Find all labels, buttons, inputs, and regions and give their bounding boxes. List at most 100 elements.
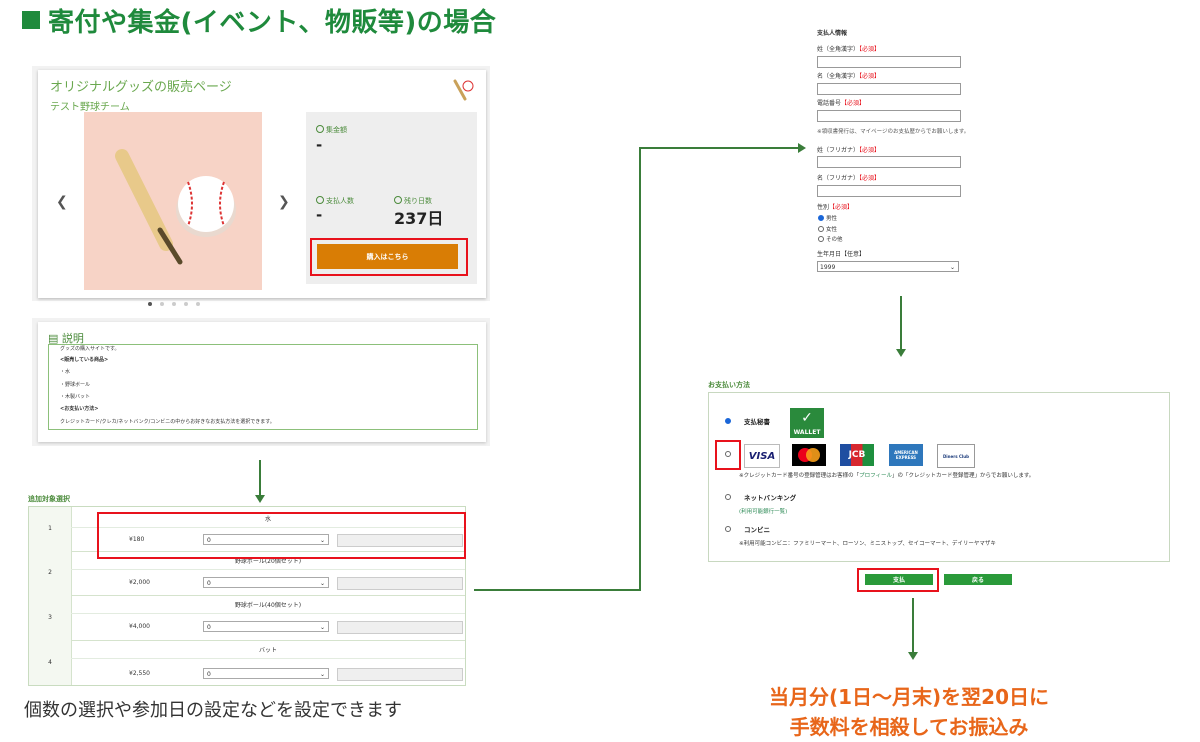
description-line: ・水: [60, 369, 71, 375]
circle-icon: [316, 125, 324, 133]
circle-icon: [316, 196, 324, 204]
last-name-kana-input[interactable]: [817, 156, 961, 168]
team-name: テスト野球チーム: [50, 102, 130, 113]
flow-line: [900, 296, 902, 350]
gender-label: 性別【必須】: [817, 204, 854, 211]
netbank-option-label: ネットバンキング: [744, 494, 797, 502]
amex-logo-icon: AMERICAN EXPRESS: [889, 444, 923, 466]
description-line: ・木製バット: [60, 394, 91, 400]
description-line: ・野球ボール: [60, 382, 91, 388]
first-name-kanji-input[interactable]: [817, 83, 961, 95]
row-number: 2: [29, 551, 72, 595]
gender-option-other[interactable]: その他: [818, 235, 843, 243]
flow-line: [259, 460, 261, 496]
product-title: オリジナルグッズの販売ページ: [50, 80, 232, 95]
slide-dots[interactable]: [148, 291, 208, 306]
table-row: 4 バット ¥2,550 0 ⌄: [29, 640, 465, 685]
diners-logo-icon: Diners Club: [937, 444, 975, 468]
radio-selected-icon: [818, 215, 824, 221]
item-price: ¥2,000: [129, 579, 150, 586]
mastercard-logo-icon: [792, 444, 826, 466]
caption-right: 当月分(1日〜月末)を翌20日に 手数料を相殺してお振込み: [768, 685, 1050, 739]
quantity-select[interactable]: 0 ⌄: [203, 668, 329, 679]
chevron-down-icon: ⌄: [319, 580, 325, 587]
highlight-pay-button: [857, 568, 939, 592]
card-note: ※クレジットカード番号の登録管理はお客様の「プロフィール」の「クレジットカード登…: [739, 473, 1035, 479]
subtotal-field: [337, 577, 463, 590]
wallet-logo-icon: ✓ WALLET: [790, 408, 824, 438]
prev-slide-icon[interactable]: ❮: [56, 194, 68, 210]
square-bullet-icon: [22, 11, 40, 29]
caption-left: 個数の選択や参加日の設定などを設定できます: [24, 700, 402, 721]
collected-label: 集金額: [316, 125, 347, 135]
chevron-down-icon: ⌄: [319, 624, 325, 631]
quantity-select[interactable]: 0 ⌄: [203, 577, 329, 588]
highlight-first-row: [97, 512, 466, 559]
conbini-option-label: コンビニ: [744, 526, 770, 534]
row-number: 1: [29, 507, 72, 551]
chevron-down-icon: ⌄: [949, 264, 955, 271]
bat-and-ball-illustration: [115, 149, 236, 265]
flow-line: [474, 589, 640, 591]
next-slide-icon[interactable]: ❯: [278, 194, 290, 210]
highlight-buy-button: [310, 238, 468, 276]
back-button[interactable]: 戻る: [944, 574, 1012, 585]
wallet-option-label: 支払秘書: [744, 418, 770, 426]
field-label: 姓（フリガナ）【必須】: [817, 147, 881, 154]
product-image: [84, 112, 262, 290]
arrow-right-icon: [798, 143, 806, 153]
subtotal-field: [337, 668, 463, 681]
arrow-down-icon: [896, 349, 906, 357]
payer-form-title: 支払人情報: [817, 30, 848, 37]
birth-label: 生年月日【任意】: [817, 251, 866, 258]
radio-icon: [818, 226, 824, 232]
selection-title: 追加対象選択: [28, 495, 70, 503]
field-label: 名（全角漢字）【必須】: [817, 73, 881, 80]
radio-selected-icon[interactable]: [725, 418, 731, 424]
profile-link[interactable]: プロフィール: [859, 473, 892, 479]
visa-logo-icon: VISA: [744, 444, 780, 468]
item-name: 野球ボール(40個セット): [71, 599, 465, 614]
flow-line: [639, 148, 641, 591]
page-heading: 寄付や集金(イベント、物販等)の場合: [22, 2, 496, 39]
first-name-kana-input[interactable]: [817, 185, 961, 197]
item-price: ¥4,000: [129, 623, 150, 630]
chevron-down-icon: ⌄: [319, 671, 325, 678]
description-line: グッズの購入サイトです。: [60, 346, 120, 352]
payment-title: お支払い方法: [708, 381, 750, 389]
payers-label: 支払人数: [316, 196, 354, 206]
flow-line: [639, 147, 799, 149]
phone-input[interactable]: [817, 110, 961, 122]
flow-line: [912, 598, 914, 652]
payers-value: -: [316, 206, 323, 224]
collected-value: -: [316, 136, 323, 154]
item-name: バット: [71, 644, 465, 659]
description-line: <販売している商品>: [60, 357, 109, 363]
radio-icon: [818, 236, 824, 242]
bat-ball-logo-icon: [453, 79, 474, 101]
description-line: クレジットカード/クレカ/ネットバンク/コンビニの中からお好きなお支払方法を選択…: [60, 419, 275, 425]
last-name-kanji-input[interactable]: [817, 56, 961, 68]
field-label: 姓（全角漢字）【必須】: [817, 46, 881, 53]
radio-icon[interactable]: [725, 526, 731, 532]
table-row: 3 野球ボール(40個セット) ¥4,000 0 ⌄: [29, 595, 465, 641]
field-label: 名（フリガナ）【必須】: [817, 175, 881, 182]
row-number: 3: [29, 595, 72, 640]
jcb-logo-icon: JCB: [840, 444, 874, 466]
birth-year-select[interactable]: 1999 ⌄: [817, 261, 959, 272]
gender-option-male[interactable]: 男性: [818, 214, 837, 222]
radio-icon[interactable]: [725, 494, 731, 500]
item-price: ¥2,550: [129, 670, 150, 677]
arrow-down-icon: [908, 652, 918, 660]
bank-list-link[interactable]: (利用可能銀行一覧): [739, 507, 787, 515]
circle-icon: [394, 196, 402, 204]
gender-option-female[interactable]: 女性: [818, 225, 837, 233]
days-left-value: 237日: [394, 209, 444, 228]
description-line: <お支払い方法>: [60, 406, 99, 412]
field-label: 電話番号【必須】: [817, 100, 866, 107]
quantity-select[interactable]: 0 ⌄: [203, 621, 329, 632]
phone-note: ※領収書発行は、マイページのお支払歴からでお願いします。: [817, 129, 970, 135]
conbini-note: ※利用可能コンビニ：ファミリーマート、ローソン、ミニストップ、セイコーマート、デ…: [739, 541, 996, 547]
highlight-card-radio: [715, 440, 741, 470]
row-number: 4: [29, 640, 72, 685]
